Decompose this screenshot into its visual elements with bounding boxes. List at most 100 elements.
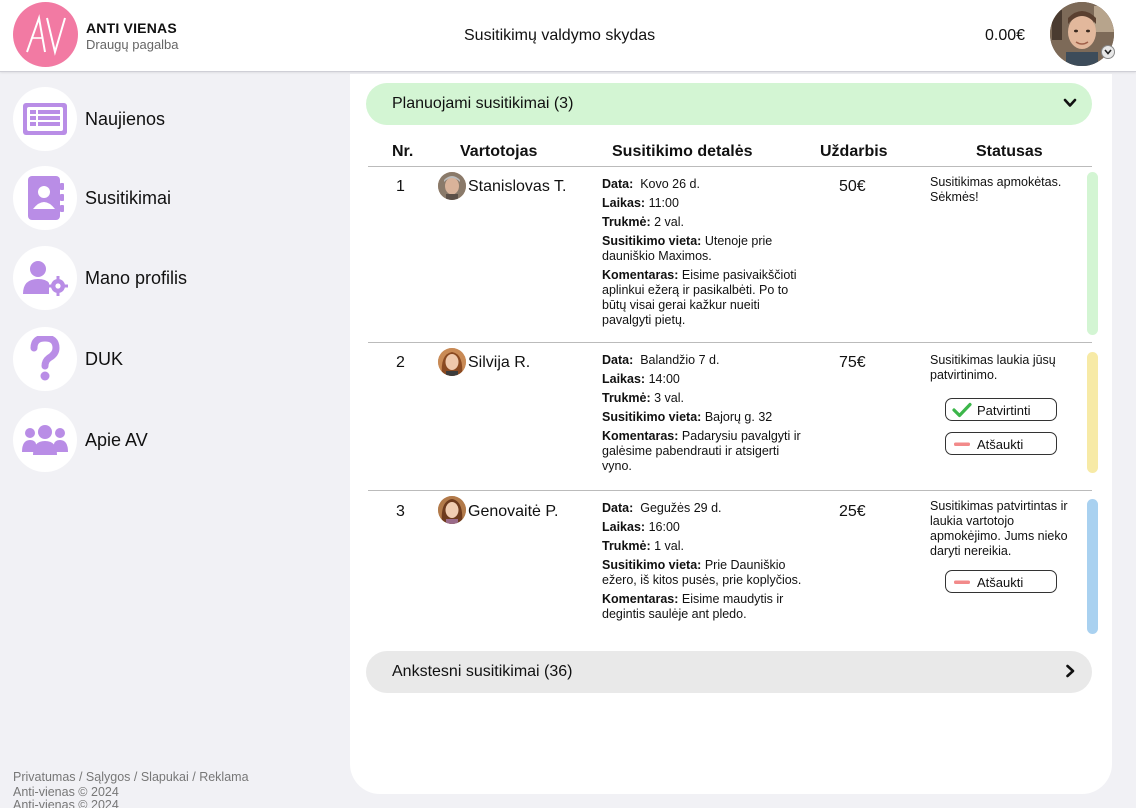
row-number: 2	[396, 354, 405, 371]
footer-copyright: Anti-vienas © 2024	[13, 785, 119, 799]
user-avatar[interactable]	[438, 348, 466, 376]
top-header: ANTI VIENAS Draugų pagalba Susitikimų va…	[0, 0, 1136, 72]
detail-date: Balandžio 7 d.	[640, 353, 720, 367]
group-icon	[22, 425, 68, 455]
sidebar-item-label: Mano profilis	[85, 268, 188, 288]
chevron-down-icon	[1063, 98, 1077, 107]
confirm-button[interactable]: Patvirtinti	[945, 398, 1057, 421]
brand-name: ANTI VIENAS	[86, 20, 177, 36]
user-name[interactable]: Stanislovas T.	[468, 178, 566, 196]
detail-label: Trukmė:	[602, 539, 651, 553]
detail-date: Kovo 26 d.	[640, 177, 700, 191]
detail-place: Bajorų g. 32	[704, 410, 773, 424]
row-divider	[368, 490, 1092, 491]
logo[interactable]	[13, 2, 78, 67]
newspaper-icon	[23, 103, 67, 135]
user-settings-icon	[23, 261, 68, 296]
nav-icon-circle	[13, 87, 77, 151]
accordion-label: Ankstesni susitikimai (36)	[392, 663, 573, 680]
sidebar-item-label: DUK	[85, 349, 124, 369]
detail-label: Susitikimo vieta:	[602, 410, 702, 424]
detail-date: Gegužės 29 d.	[640, 501, 722, 515]
status-text: Susitikimas apmokėtas. Sėkmės!	[930, 175, 1062, 204]
column-header-status: Statusas	[976, 143, 1043, 160]
confirm-button-label: Patvirtinti	[977, 403, 1031, 418]
previous-meetings-accordion[interactable]: Ankstesni susitikimai (36)	[366, 651, 1092, 693]
sidebar-item-label: Apie AV	[85, 430, 148, 450]
meeting-details: Data: Kovo 26 d. Laikas: 11:00 Trukmė: 2…	[602, 177, 812, 332]
detail-label: Data:	[602, 177, 634, 191]
column-header-user: Vartotojas	[460, 143, 538, 160]
checkmark-icon	[952, 402, 972, 418]
footer-copyright-duplicate: Anti-vienas © 2024	[13, 799, 119, 808]
sidebar-item-susitikimai[interactable]: Susitikimai	[13, 166, 313, 232]
cancel-button[interactable]: Atšaukti	[945, 570, 1057, 593]
row-divider	[368, 342, 1092, 343]
column-header-nr: Nr.	[392, 143, 414, 160]
column-header-details: Susitikimo detalės	[612, 143, 753, 160]
sidebar-item-mano-profilis[interactable]: Mano profilis	[13, 246, 313, 312]
nav-icon-circle	[13, 166, 77, 230]
earnings-value: 75€	[839, 354, 866, 371]
detail-label: Data:	[602, 353, 634, 367]
meeting-details: Data: Gegužės 29 d. Laikas: 16:00 Trukmė…	[602, 501, 812, 626]
detail-label: Susitikimo vieta:	[602, 234, 702, 248]
detail-time: 16:00	[648, 520, 680, 534]
sidebar-item-apie-av[interactable]: Apie AV	[13, 408, 313, 474]
detail-label: Data:	[602, 501, 634, 515]
detail-label: Laikas:	[602, 196, 646, 210]
user-photo-icon	[438, 348, 466, 376]
page-title: Susitikimų valdymo skydas	[464, 27, 656, 44]
chevron-right-icon	[1066, 664, 1075, 678]
cancel-button[interactable]: Atšaukti	[945, 432, 1057, 455]
detail-duration: 1 val.	[654, 539, 685, 553]
brand-subtitle: Draugų pagalba	[86, 37, 179, 52]
planned-meetings-accordion[interactable]: Planuojami susitikimai (3)	[366, 83, 1092, 125]
detail-label: Laikas:	[602, 372, 646, 386]
detail-label: Komentaras:	[602, 268, 679, 282]
meeting-details: Data: Balandžio 7 d. Laikas: 14:00 Trukm…	[602, 353, 812, 478]
balance-amount[interactable]: 0.00€	[985, 27, 1025, 45]
account-menu-toggle[interactable]	[1101, 45, 1115, 59]
status-text: Susitikimas patvirtintas ir laukia varto…	[930, 499, 1068, 558]
user-name[interactable]: Silvija R.	[468, 354, 530, 372]
user-avatar[interactable]	[438, 172, 466, 200]
cancel-button-label: Atšaukti	[977, 575, 1024, 590]
table-header-divider	[368, 166, 1092, 167]
sidebar-item-label: Susitikimai	[85, 188, 172, 208]
detail-label: Trukmė:	[602, 215, 651, 229]
detail-label: Komentaras:	[602, 429, 679, 443]
user-name[interactable]: Genovaitė P.	[468, 503, 558, 521]
user-photo-icon	[438, 496, 466, 524]
row-number: 3	[396, 503, 405, 520]
footer-links[interactable]: Privatumas / Sąlygos / Slapukai / Reklam…	[13, 770, 249, 784]
detail-label: Komentaras:	[602, 592, 679, 606]
minus-icon	[954, 580, 970, 584]
column-header-earnings: Uždarbis	[820, 143, 888, 160]
status-indicator-bar	[1087, 172, 1098, 335]
row-number: 1	[396, 178, 405, 195]
sidebar-item-duk[interactable]: DUK	[13, 327, 313, 393]
accordion-label: Planuojami susitikimai (3)	[392, 95, 574, 112]
detail-label: Laikas:	[602, 520, 646, 534]
sidebar-item-naujienos[interactable]: Naujienos	[13, 87, 313, 153]
detail-time: 11:00	[648, 196, 679, 210]
cancel-button-label: Atšaukti	[977, 437, 1024, 452]
detail-label: Susitikimo vieta:	[602, 558, 702, 572]
contacts-book-icon	[28, 176, 64, 220]
status-text: Susitikimas laukia jūsų patvirtinimo.	[930, 353, 1056, 382]
minus-icon	[954, 442, 970, 446]
sidebar-item-label: Naujienos	[85, 109, 166, 129]
nav-icon-circle	[13, 246, 77, 310]
user-avatar[interactable]	[438, 496, 466, 524]
nav-icon-circle	[13, 408, 77, 472]
user-photo-icon	[438, 172, 466, 200]
earnings-value: 50€	[839, 178, 866, 195]
detail-duration: 2 val.	[654, 215, 685, 229]
status-indicator-bar	[1087, 499, 1098, 634]
detail-time: 14:00	[648, 372, 680, 386]
question-mark-icon	[30, 336, 60, 381]
logo-av-icon	[25, 13, 66, 56]
status-indicator-bar	[1087, 352, 1098, 473]
detail-duration: 3 val.	[654, 391, 685, 405]
